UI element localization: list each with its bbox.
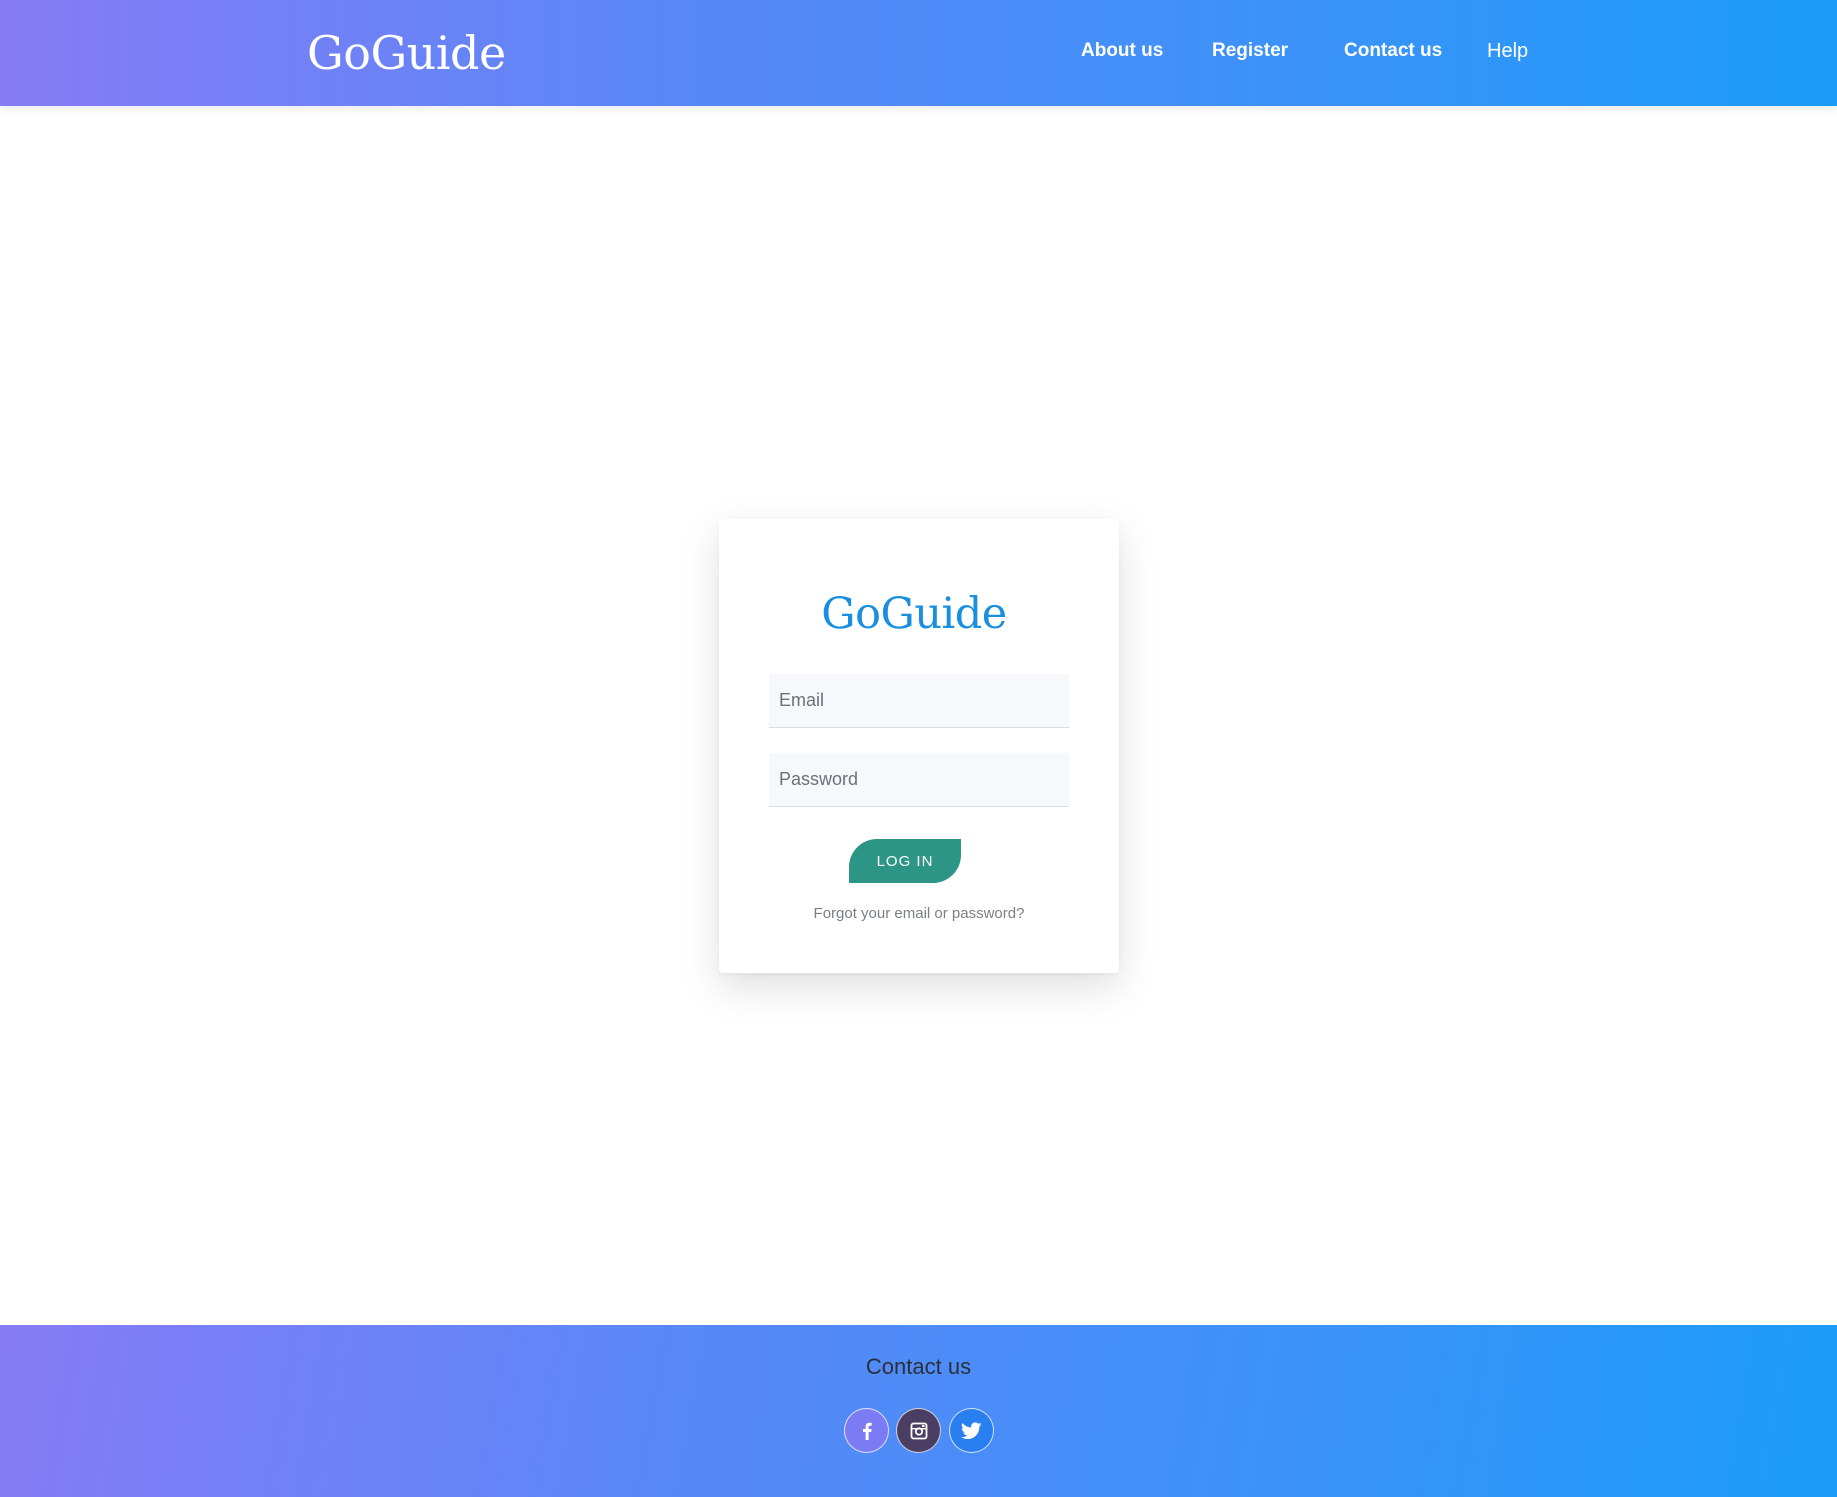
twitter-button[interactable] (949, 1408, 994, 1453)
brand-logo[interactable]: GoGuide (307, 26, 506, 80)
nav-register[interactable]: Register (1212, 40, 1288, 62)
nav-contact-us[interactable]: Contact us (1344, 40, 1442, 62)
email-field[interactable] (769, 674, 1069, 728)
facebook-button[interactable] (844, 1408, 889, 1453)
nav-about-us[interactable]: About us (1081, 40, 1163, 62)
login-logo: GoGuide (821, 589, 1007, 639)
footer: Contact us (0, 1325, 1837, 1497)
instagram-icon (910, 1422, 927, 1439)
password-field[interactable] (769, 753, 1069, 807)
footer-contact-title: Contact us (865, 1354, 972, 1379)
instagram-button[interactable] (896, 1408, 941, 1453)
twitter-icon (961, 1421, 982, 1439)
facebook-icon (862, 1422, 872, 1440)
login-button[interactable]: LOG IN (849, 839, 961, 883)
login-card: GoGuide LOG IN Forgot your email or pass… (719, 519, 1119, 973)
forgot-credentials-link[interactable]: Forgot your email or password? (719, 905, 1119, 922)
top-navbar: GoGuide About us Register Contact us Hel… (0, 0, 1837, 106)
nav-help[interactable]: Help (1487, 40, 1528, 63)
